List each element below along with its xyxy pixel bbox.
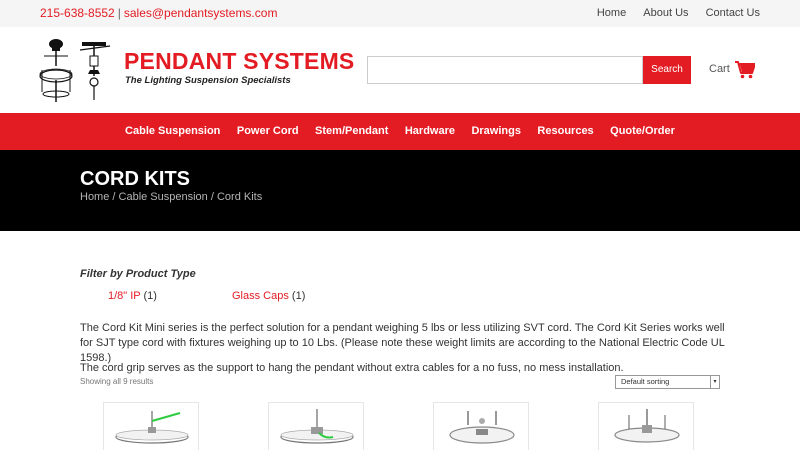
filter-count: (1) — [143, 290, 157, 302]
contact-info: 215-638-8552 | sales@pendantsystems.com — [40, 6, 277, 20]
shopping-cart-icon[interactable] — [735, 61, 755, 79]
brand-tagline: The Lighting Suspension Specialists — [125, 75, 291, 86]
filter-link[interactable]: Glass Caps — [232, 290, 289, 302]
dropdown-arrow-icon: ▾ — [710, 376, 719, 388]
page-title: CORD KITS — [80, 168, 190, 190]
product-card[interactable] — [268, 402, 364, 450]
top-link-home[interactable]: Home — [597, 7, 626, 19]
product-image[interactable] — [269, 403, 364, 450]
main-nav: Cable Suspension Power Cord Stem/Pendant… — [0, 113, 800, 150]
contact-separator: | — [117, 6, 121, 20]
brand-name[interactable]: PENDANT SYSTEMS — [124, 48, 354, 75]
filter-title: Filter by Product Type — [80, 268, 196, 280]
top-links: Home About Us Contact Us — [583, 7, 760, 19]
filter-link[interactable]: 1/8" IP — [108, 290, 140, 302]
product-image[interactable] — [599, 403, 694, 450]
product-image[interactable] — [104, 403, 199, 450]
nav-item-stem-pendant[interactable]: Stem/Pendant — [315, 113, 388, 150]
product-card[interactable] — [103, 402, 199, 450]
filter-item-1-8-ip[interactable]: 1/8" IP (1) — [108, 290, 157, 302]
product-card[interactable] — [598, 402, 694, 450]
nav-item-cable-suspension[interactable]: Cable Suspension — [125, 113, 220, 150]
top-link-contact-us[interactable]: Contact Us — [706, 7, 760, 19]
product-image[interactable] — [434, 403, 529, 450]
nav-item-power-cord[interactable]: Power Cord — [237, 113, 299, 150]
filter-item-glass-caps[interactable]: Glass Caps (1) — [232, 290, 305, 302]
site-header: PENDANT SYSTEMS The Lighting Suspension … — [0, 27, 800, 113]
search-button[interactable]: Search — [643, 56, 691, 84]
logo-icon[interactable] — [38, 36, 114, 104]
breadcrumb[interactable]: Home / Cable Suspension / Cord Kits — [80, 191, 262, 203]
nav-item-quote-order[interactable]: Quote/Order — [610, 113, 675, 150]
top-link-about-us[interactable]: About Us — [643, 7, 688, 19]
nav-item-hardware[interactable]: Hardware — [405, 113, 455, 150]
product-card[interactable] — [433, 402, 529, 450]
top-bar: 215-638-8552 | sales@pendantsystems.com Ho… — [0, 0, 800, 27]
description-paragraph-1: The Cord Kit Mini series is the perfect … — [80, 322, 725, 364]
sort-selected-value: Default sorting — [621, 377, 670, 386]
filter-count: (1) — [291, 290, 306, 302]
description-paragraph-2: The cord grip serves as the support to h… — [80, 362, 624, 374]
search-input[interactable] — [367, 56, 643, 84]
phone-link[interactable]: 215-638-8552 — [40, 6, 115, 20]
nav-item-resources[interactable]: Resources — [537, 113, 593, 150]
email-link[interactable]: sales@pendantsystems.com — [124, 6, 278, 20]
sort-select[interactable]: Default sorting ▾ — [615, 375, 720, 389]
page-banner: CORD KITS Home / Cable Suspension / Cord… — [0, 150, 800, 231]
results-count: Showing all 9 results — [80, 377, 154, 386]
cart-link[interactable]: Cart — [709, 63, 730, 75]
nav-item-drawings[interactable]: Drawings — [471, 113, 521, 150]
